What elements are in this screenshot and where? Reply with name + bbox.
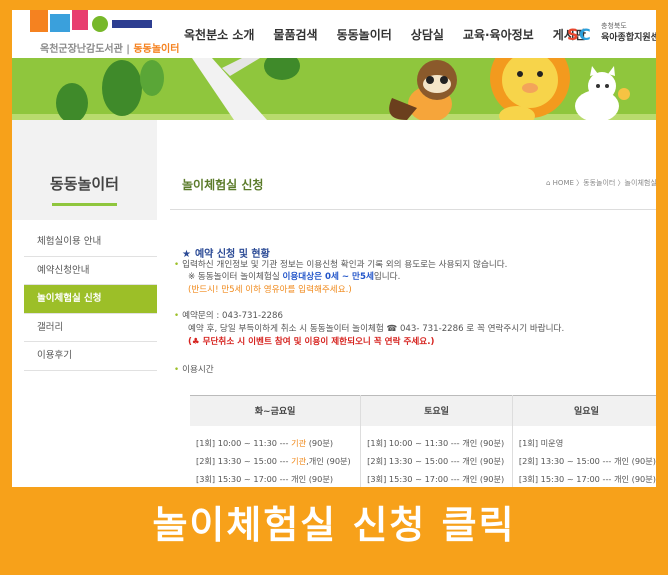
table-header: 화~금요일: [190, 395, 362, 426]
home-icon: ⌂: [546, 179, 553, 187]
sidebar-item-reservation-guide[interactable]: 예약신청안내: [24, 257, 157, 286]
sidebar-item-apply[interactable]: 놀이체험실 신청: [24, 285, 157, 314]
site-logo[interactable]: 옥천군장난감도서관 | 동동놀이터: [20, 10, 179, 58]
page-frame: 옥천군장난감도서관 | 동동놀이터 옥천분소 소개 물품검색 동동놀이터 상담실…: [12, 10, 656, 487]
banner-illustration: [12, 58, 656, 120]
schedule-table: 화~금요일 토요일 일요일 [1회] 10:00 ~ 11:30 --- 기관 …: [190, 395, 656, 487]
contact-info: • 예약문의 : 043-731-2286: [174, 311, 283, 321]
page-title: 놀이체험실 신청: [182, 178, 264, 192]
divider: [170, 209, 656, 210]
table-cell: [1회] 10:00 ~ 11:30 --- 기관 (90분) [2회] 13:…: [190, 425, 362, 487]
sidebar-divider: [52, 203, 117, 206]
table-header: 일요일: [512, 395, 656, 426]
partner-logo[interactable]: SC 충청북도 육아종합지원센터: [567, 21, 656, 47]
nav-item-playground[interactable]: 동동놀이터: [337, 26, 392, 43]
sidebar-title: 동동놀이터: [49, 175, 119, 193]
table-header: 토요일: [360, 395, 513, 426]
sidebar-menu: 체험실이용 안내 예약신청안내 놀이체험실 신청 갤러리 이용후기: [24, 228, 157, 371]
sidebar-item-reviews[interactable]: 이용후기: [24, 342, 157, 371]
hours-label: • 이용시간: [174, 365, 214, 375]
notice-privacy: • 입력하신 개인정보 및 기관 정보는 이용신청 확인과 기록 외의 용도로는 …: [174, 260, 508, 270]
notice-age: ※ 동동놀이터 놀이체험실 이용대상은 0세 ~ 만5세입니다.: [188, 272, 401, 282]
caption-banner: 놀이체험실 신청 클릭: [152, 503, 516, 547]
nav-item-search[interactable]: 물품검색: [273, 26, 317, 43]
notice-age-warning: (반드시! 만5세 이하 영유아를 입력해주세요.): [188, 285, 352, 295]
top-bar: 옥천군장난감도서관 | 동동놀이터 옥천분소 소개 물품검색 동동놀이터 상담실…: [12, 10, 656, 58]
nav-item-education[interactable]: 교육·육아정보: [463, 26, 534, 43]
table-cell: [1회] 10:00 ~ 11:30 --- 개인 (90분) [2회] 13:…: [360, 425, 513, 487]
nav-item-intro[interactable]: 옥천분소 소개: [184, 26, 254, 43]
cancel-notice: 예약 후, 당일 부득이하게 취소 시 동동놀이터 놀이체험 ☎ 043- 73…: [188, 324, 565, 334]
main-nav: 옥천분소 소개 물품검색 동동놀이터 상담실 교육·육아정보 게시판: [184, 26, 605, 43]
logo-text: 옥천군장난감도서관 | 동동놀이터: [40, 44, 180, 55]
sidebar-item-gallery[interactable]: 갤러리: [24, 314, 157, 343]
header-banner: 옥천군장난감도서관 | 동동놀이터 옥천분소 소개 물품검색 동동놀이터 상담실…: [12, 10, 656, 120]
nav-item-counsel[interactable]: 상담실: [411, 26, 444, 43]
table-cell: [1회] 미운영 [2회] 13:30 ~ 15:00 --- 개인 (90분)…: [518, 437, 656, 484]
breadcrumb: ⌂ HOME 〉동동놀이터 〉놀이체험실 신청: [546, 179, 656, 187]
cancel-warning: (♣ 무단취소 시 이벤트 참여 및 이용이 제한되오니 꼭 연락 주세요.): [188, 337, 435, 347]
sidebar-item-usage-guide[interactable]: 체험실이용 안내: [24, 228, 157, 257]
